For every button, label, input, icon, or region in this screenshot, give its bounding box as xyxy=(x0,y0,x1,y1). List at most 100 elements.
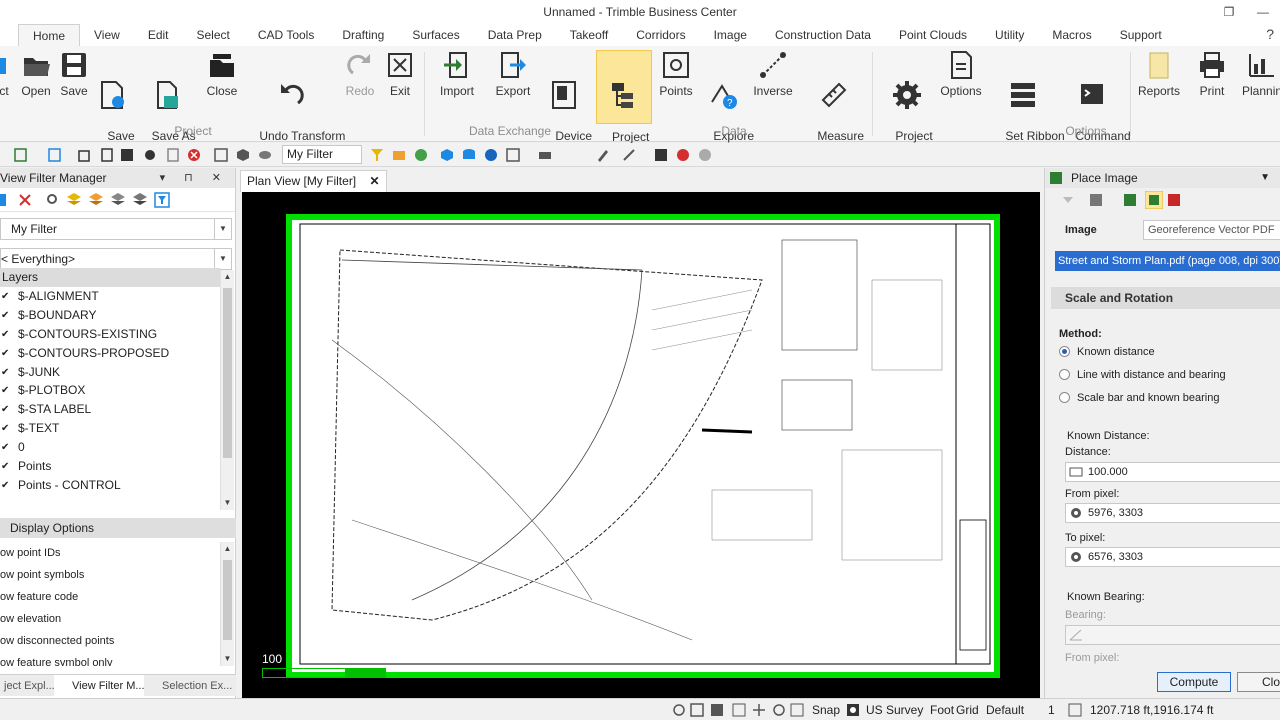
checkbox[interactable]: ✔ xyxy=(1,405,10,415)
frame-icon[interactable] xyxy=(214,148,228,162)
undo-button[interactable]: Undo Transform image xyxy=(246,50,345,158)
planning-button[interactable]: Plannin xyxy=(1238,50,1280,122)
display-option[interactable]: ow feature code xyxy=(0,586,220,608)
scroll-thumb[interactable] xyxy=(223,288,232,458)
options-button[interactable]: Options xyxy=(938,50,984,122)
tab-takeoff[interactable]: Takeoff xyxy=(556,24,622,46)
plan-view-tab[interactable]: Plan View [My Filter] ✕ xyxy=(240,170,387,192)
layer-row[interactable]: ✔ 0 xyxy=(0,438,220,457)
save-small-icon[interactable] xyxy=(120,148,134,162)
checkbox[interactable]: ✔ xyxy=(1,424,10,434)
snap-icon[interactable] xyxy=(672,703,686,717)
checkbox[interactable]: ✔ xyxy=(1,292,10,302)
tab-point-clouds[interactable]: Point Clouds xyxy=(885,24,981,46)
redo-button[interactable]: Redo xyxy=(342,50,378,122)
method-known-distance[interactable]: Known distance xyxy=(1059,346,1155,358)
project-explorer-button[interactable]: Project Explorer xyxy=(596,50,652,159)
save-as-template-button[interactable]: Save As Template... xyxy=(138,50,197,158)
distance-input[interactable]: 100.000 xyxy=(1065,462,1280,482)
checkbox[interactable]: ✔ xyxy=(1,367,10,377)
tab-cad-tools[interactable]: CAD Tools xyxy=(244,24,328,46)
scale-rotation-header[interactable]: Scale and Rotation xyxy=(1051,287,1280,309)
copy-icon[interactable] xyxy=(78,148,92,162)
import-button[interactable]: Import xyxy=(434,50,480,122)
add-icon[interactable] xyxy=(48,148,62,162)
pause-icon[interactable] xyxy=(698,148,712,162)
view-icon[interactable] xyxy=(258,148,272,162)
close-button[interactable]: Clos xyxy=(1237,672,1280,692)
command-pane-button[interactable]: Command Pane xyxy=(1062,50,1131,158)
compass-icon[interactable] xyxy=(484,148,498,162)
layer-orange-icon[interactable] xyxy=(88,192,104,208)
restore-window-icon[interactable]: ❐ xyxy=(1212,0,1246,24)
scroll-thumb[interactable] xyxy=(223,560,232,640)
tab-construction-data[interactable]: Construction Data xyxy=(761,24,885,46)
reports-button[interactable]: Reports xyxy=(1134,50,1184,122)
snap-toggle[interactable]: Snap xyxy=(812,703,840,717)
brush-icon[interactable] xyxy=(596,148,610,162)
layer-row[interactable]: ✔ Points xyxy=(0,457,220,476)
explore-object-button[interactable]: ? Explore Object xyxy=(700,50,754,158)
panel-controls[interactable]: ▾ ⊓ ✕ xyxy=(160,168,229,188)
tab-view[interactable]: View xyxy=(80,24,134,46)
delete-icon[interactable] xyxy=(18,193,32,207)
checkbox[interactable]: ✔ xyxy=(1,310,10,320)
region-icon[interactable] xyxy=(710,703,724,717)
scope-dropdown[interactable]: < Everything> ▼ xyxy=(0,248,232,270)
filter-dropdown[interactable]: My Filter ▼ xyxy=(0,218,232,240)
checkbox[interactable]: ✔ xyxy=(1,329,10,339)
georef-icon[interactable] xyxy=(1123,193,1137,207)
stop-icon[interactable] xyxy=(187,148,201,162)
layer-row[interactable]: ✔ $-CONTOURS-EXISTING xyxy=(0,325,220,344)
layer-filter-icon[interactable] xyxy=(392,148,406,162)
checkbox[interactable]: ✔ xyxy=(1,443,10,453)
page-icon[interactable] xyxy=(166,148,180,162)
filter-icon[interactable] xyxy=(370,148,384,162)
display-option[interactable]: ow feature symbol only xyxy=(0,652,220,666)
pen-icon[interactable] xyxy=(622,148,636,162)
help-icon[interactable]: ? xyxy=(1266,26,1274,42)
print-button[interactable]: Print xyxy=(1192,50,1232,122)
tab-selection-explorer[interactable]: Selection Ex... xyxy=(144,675,236,696)
checkbox[interactable]: ✔ xyxy=(1,462,10,472)
checkbox[interactable]: ✔ xyxy=(1,386,10,396)
save-as-button[interactable]: Save As xyxy=(94,50,135,158)
layer-row[interactable]: ✔ Points - CONTROL xyxy=(0,476,220,495)
checkbox[interactable]: ✔ xyxy=(1,348,10,358)
display-option[interactable]: ow disconnected points xyxy=(0,630,220,652)
layer-row[interactable]: ✔ $-ALIGNMENT xyxy=(0,287,220,306)
image-file-select[interactable]: Street and Storm Plan.pdf (page 008, dpi… xyxy=(1055,251,1280,271)
tab-edit[interactable]: Edit xyxy=(134,24,183,46)
measure-distance-button[interactable]: Measure Distance xyxy=(802,50,866,158)
method-line-distance-bearing[interactable]: Line with distance and bearing xyxy=(1059,369,1226,381)
plan-canvas[interactable]: 100 xyxy=(242,192,1040,698)
grid-icon[interactable] xyxy=(506,148,520,162)
layer-row[interactable]: ✔ $-PLOTBOX xyxy=(0,381,220,400)
layers-scrollbar[interactable]: ▲ ▼ xyxy=(220,270,234,510)
layer-stack-icon[interactable] xyxy=(132,192,148,208)
scroll-down-icon[interactable]: ▼ xyxy=(221,652,234,666)
method-scale-bar[interactable]: Scale bar and known bearing xyxy=(1059,392,1219,404)
layer-row[interactable]: ✔ $-TEXT xyxy=(0,419,220,438)
display-options-header[interactable]: Display Options xyxy=(0,518,236,538)
scroll-up-icon[interactable]: ▲ xyxy=(221,270,234,284)
document-icon[interactable] xyxy=(100,148,114,162)
close-icon[interactable]: ✕ xyxy=(370,174,380,188)
printer-small-icon[interactable] xyxy=(538,148,552,162)
set-ribbon-tabs-button[interactable]: Set Ribbon Tabs xyxy=(992,50,1065,158)
units-label[interactable]: US Survey Foot xyxy=(866,703,954,717)
project-button[interactable]: ct xyxy=(0,50,12,122)
filter-funnel-icon[interactable] xyxy=(154,192,170,208)
database-icon[interactable] xyxy=(462,148,476,162)
filter-select[interactable]: My Filter xyxy=(282,145,362,164)
record-icon[interactable] xyxy=(676,148,690,162)
georef-pdf-icon[interactable] xyxy=(1145,191,1163,209)
display-option[interactable]: ow point IDs xyxy=(0,542,220,564)
placed-image[interactable] xyxy=(286,214,1000,678)
open-button[interactable]: Open xyxy=(18,50,54,122)
inverse-button[interactable]: Inverse xyxy=(752,50,794,122)
tab-corridors[interactable]: Corridors xyxy=(622,24,699,46)
display-option[interactable]: ow point symbols xyxy=(0,564,220,586)
pick-point-icon[interactable] xyxy=(1069,507,1083,519)
project-settings-button[interactable]: Project Settings xyxy=(882,50,933,158)
